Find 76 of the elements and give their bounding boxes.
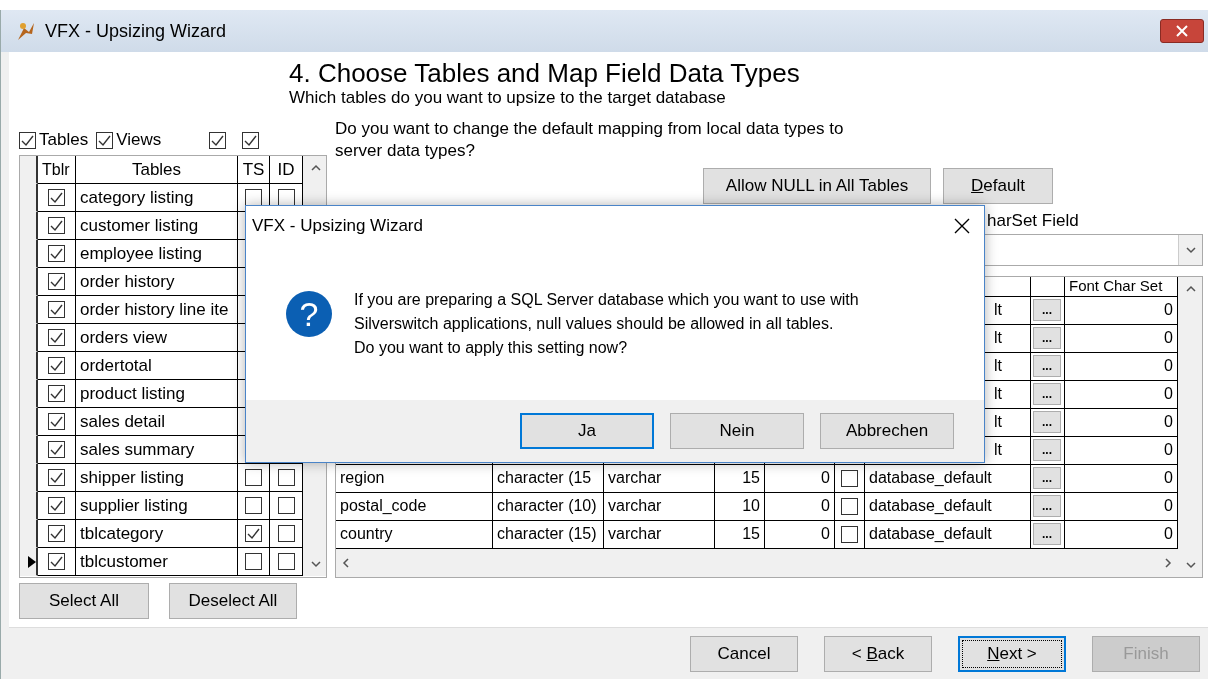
ellipsis-button[interactable]: ... (1033, 299, 1061, 321)
table-cell: 0 (765, 492, 835, 521)
dialog-button[interactable]: Ja (520, 413, 654, 449)
wizard-step-title: 4. Choose Tables and Map Field Data Types (289, 58, 801, 88)
table-cell: region (336, 464, 493, 493)
table-cell: 0 (1065, 296, 1178, 325)
table-name: category listing (80, 186, 194, 209)
table-cell: postal_code (336, 492, 493, 521)
field-label: harSet Field (987, 211, 1079, 230)
column-header: Tblr (38, 156, 76, 184)
table-name: order history line ite (80, 298, 229, 321)
ellipsis-button[interactable]: ... (1033, 467, 1061, 489)
table-cell: 0 (1065, 380, 1178, 409)
ellipsis-button[interactable]: ... (1033, 355, 1061, 377)
table-cell: varchar (604, 492, 715, 521)
wizard-step-subtitle: Which tables do you want to upsize to the target database (289, 88, 727, 108)
window-title: VFX - Upsizing Wizard (45, 19, 227, 43)
table-cell: varchar (604, 464, 715, 493)
table-name: ordertotal (80, 354, 152, 377)
dialog-button[interactable]: Abbrechen (820, 413, 954, 449)
dialog-message-line: Do you want to apply this setting now? (354, 338, 629, 358)
table-cell: country (336, 520, 493, 549)
table-name: product listing (80, 382, 185, 405)
table-cell: 15 (715, 464, 765, 493)
ellipsis-button[interactable]: ... (1033, 327, 1061, 349)
table-cell: 0 (1065, 436, 1178, 465)
wizard-button[interactable]: Cancel (690, 635, 798, 672)
table-cell: 0 (1065, 324, 1178, 353)
table-cell: 0 (1065, 520, 1178, 549)
dialog-message-line: If you are preparing a SQL Server database which you want to use with (354, 290, 859, 310)
checkbox-label: Tables (39, 129, 89, 152)
allow-null-button[interactable]: Allow NULL in All Tables (703, 168, 931, 204)
table-name: supplier listing (80, 494, 188, 517)
table-name: tblcategory (80, 522, 164, 545)
table-name: order history (80, 270, 175, 293)
table-cell: 0 (765, 520, 835, 549)
table-cell: 0 (1065, 352, 1178, 381)
table-name: employee listing (80, 242, 202, 265)
table-cell: database_default (865, 492, 1031, 521)
table-cell: character (15) (493, 520, 604, 549)
table-cell: 0 (765, 464, 835, 493)
question-icon: ? (286, 291, 332, 337)
column-header: TS (238, 156, 270, 184)
wizard-button[interactable]: Next > (958, 635, 1066, 672)
table-cell: database_default (865, 464, 1031, 493)
select-button[interactable]: Select All (19, 583, 149, 619)
table-cell: character (15 (493, 464, 604, 493)
table-name: sales summary (80, 438, 195, 461)
table-cell: 0 (1065, 464, 1178, 493)
table-cell: database_default (865, 520, 1031, 549)
default-button[interactable]: Default (943, 168, 1053, 204)
ellipsis-button[interactable]: ... (1033, 523, 1061, 545)
table-cell: 0 (1065, 408, 1178, 437)
table-cell: 10 (715, 492, 765, 521)
table-name: shipper listing (80, 466, 184, 489)
column-header: Tables (76, 156, 238, 184)
table-cell: 0 (1065, 492, 1178, 521)
table-name: tblcustomer (80, 550, 168, 573)
table-cell: varchar (604, 520, 715, 549)
ellipsis-button[interactable]: ... (1033, 383, 1061, 405)
table-name: sales detail (80, 410, 166, 433)
checkbox-label: Views (116, 129, 162, 152)
ellipsis-button[interactable]: ... (1033, 411, 1061, 433)
table-cell: 15 (715, 520, 765, 549)
dialog-button[interactable]: Nein (670, 413, 804, 449)
table-cell: character (10) (493, 492, 604, 521)
select-button[interactable]: Deselect All (169, 583, 297, 619)
wizard-button[interactable]: < Back (824, 635, 932, 672)
mapping-question: Do you want to change the default mapping from local data types to server data types? (335, 118, 845, 162)
table-name: customer listing (80, 214, 199, 237)
ellipsis-button[interactable]: ... (1033, 439, 1061, 461)
dialog-message-line: Silverswitch applications, null values should be allowed in all tables. (354, 314, 835, 334)
ellipsis-button[interactable]: ... (1033, 495, 1061, 517)
column-header: ID (270, 156, 303, 184)
table-name: orders view (80, 326, 167, 349)
dialog-title: VFX - Upsizing Wizard (252, 215, 423, 238)
